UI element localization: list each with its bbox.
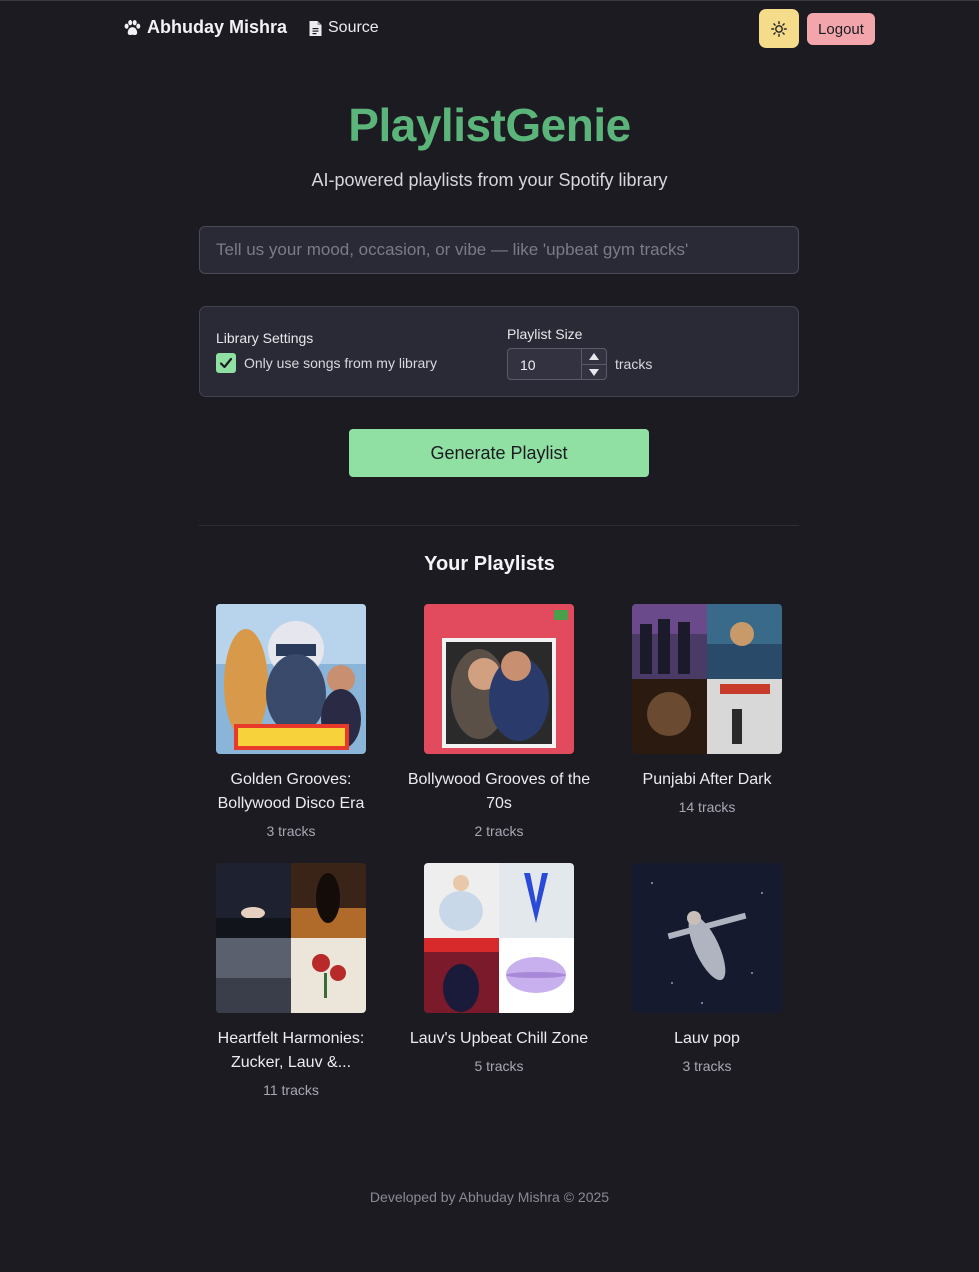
page-subtitle: AI-powered playlists from your Spotify l… [311,170,668,190]
playlist-track-count: 3 tracks [682,1058,732,1074]
playlist-track-count: 2 tracks [474,823,524,839]
playlist-name[interactable]: Lauv pop [612,1027,802,1051]
triangle-down-icon [589,369,599,376]
playlist-cover-image[interactable] [632,863,782,1013]
playlist-track-count: 5 tracks [474,1058,524,1074]
playlist-size-value[interactable]: 10 [520,357,536,373]
playlist-track-count: 3 tracks [266,823,316,839]
triangle-up-icon [589,353,599,360]
theme-toggle-button[interactable] [759,9,799,48]
document-icon [309,20,322,36]
sun-icon [771,20,787,37]
playlist-cover-image[interactable] [216,863,366,1013]
playlist-cover-image[interactable] [632,604,782,754]
mood-prompt-input[interactable] [199,226,799,274]
page-title: PlaylistGenie [348,99,631,151]
playlist-name[interactable]: Golden Grooves: Bollywood Disco Era [196,768,386,816]
brand-name: Abhuday Mishra [147,17,288,37]
playlist-name[interactable]: Bollywood Grooves of the 70s [404,768,594,816]
library-only-checkbox[interactable] [216,353,236,373]
navbar: Abhuday Mishra Source Logout [0,0,979,58]
settings-panel: Library Settings Only use songs from my … [199,306,799,397]
source-link[interactable]: Source [309,19,379,37]
library-only-label[interactable]: Only use songs from my library [244,355,437,371]
playlist-card[interactable]: Lauv pop 3 tracks [612,863,802,1074]
library-settings-label: Library Settings [216,330,314,346]
playlist-name[interactable]: Heartfelt Harmonies: Zucker, Lauv &... [196,1027,386,1075]
playlists-heading: Your Playlists [424,553,555,575]
playlist-track-count: 14 tracks [678,799,736,815]
playlist-card[interactable]: Heartfelt Harmonies: Zucker, Lauv &... 1… [196,863,386,1098]
paw-icon [124,19,141,35]
playlist-card[interactable]: Punjabi After Dark 14 tracks [612,604,802,815]
playlist-card[interactable]: Lauv's Upbeat Chill Zone 5 tracks [404,863,594,1074]
playlist-size-input[interactable]: 10 [507,348,607,380]
stepper-down-button[interactable] [582,364,606,380]
brand-link[interactable]: Abhuday Mishra [123,17,287,38]
playlist-cover-image[interactable] [216,604,366,754]
playlist-name[interactable]: Lauv's Upbeat Chill Zone [404,1027,594,1051]
playlist-cover-image[interactable] [424,604,574,754]
check-icon [219,357,233,369]
source-label: Source [328,19,379,36]
playlist-card[interactable]: Golden Grooves: Bollywood Disco Era 3 tr… [196,604,386,839]
playlist-size-label: Playlist Size [507,326,583,342]
playlist-size-stepper [581,349,606,379]
playlist-size-unit: tracks [615,356,653,372]
logout-button[interactable]: Logout [807,13,875,45]
stepper-up-button[interactable] [582,349,606,364]
section-divider [199,525,799,526]
footer-credit: Developed by Abhuday Mishra © 2025 [369,1189,610,1205]
generate-playlist-button[interactable]: Generate Playlist [349,429,649,477]
playlist-card[interactable]: Bollywood Grooves of the 70s 2 tracks [404,604,594,839]
playlist-cover-image[interactable] [424,863,574,1013]
playlist-track-count: 11 tracks [263,1082,319,1098]
playlist-name[interactable]: Punjabi After Dark [612,768,802,792]
